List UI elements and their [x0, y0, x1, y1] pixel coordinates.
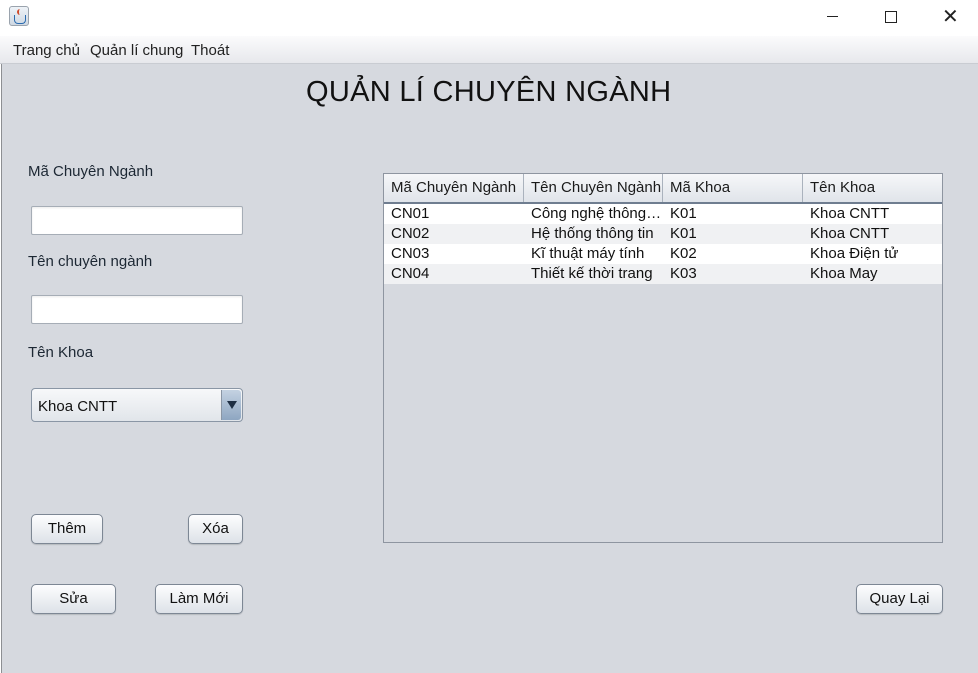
ten-chuyen-nganh-label: Tên chuyên ngành	[28, 253, 153, 270]
table-cell: Khoa Điện tử	[810, 245, 899, 262]
close-icon: ✕	[942, 4, 959, 28]
table-cell: Hệ thống thông tin	[531, 225, 654, 242]
table-cell: Khoa CNTT	[810, 225, 890, 242]
lam-moi-button[interactable]: Làm Mới	[155, 584, 243, 614]
menu-item-thoat[interactable]: Thoát	[191, 42, 229, 59]
table-cell: K02	[670, 245, 697, 262]
table-cell: CN01	[391, 205, 430, 222]
table-cell: Kĩ thuật máy tính	[531, 245, 645, 262]
table-body: CN01 Công nghệ thông t... K01 Khoa CNTT …	[384, 204, 942, 284]
sua-button[interactable]: Sửa	[31, 584, 116, 614]
chevron-down-icon	[227, 401, 237, 409]
title-bar: ✕	[0, 0, 978, 36]
ten-khoa-label: Tên Khoa	[28, 344, 94, 361]
close-button[interactable]: ✕	[920, 0, 978, 34]
them-button[interactable]: Thêm	[31, 514, 103, 544]
ten-khoa-select[interactable]: Khoa CNTT	[31, 388, 243, 422]
column-header-ma-khoa[interactable]: Mã Khoa	[663, 174, 803, 202]
table-cell: Khoa CNTT	[810, 205, 890, 222]
table-cell: CN03	[391, 245, 430, 262]
table-header: Mã Chuyên Ngành Tên Chuyên Ngành Mã Khoa…	[384, 174, 942, 204]
table-cell: Thiết kế thời trang	[531, 265, 653, 282]
menu-bar: Trang chủ Quản lí chung Thoát	[0, 36, 978, 64]
ma-chuyen-nganh-input[interactable]	[31, 206, 243, 235]
chuyen-nganh-table[interactable]: Mã Chuyên Ngành Tên Chuyên Ngành Mã Khoa…	[383, 173, 943, 543]
table-cell: K01	[670, 225, 697, 242]
xoa-button[interactable]: Xóa	[188, 514, 243, 544]
minimize-icon	[827, 16, 838, 17]
page-title: QUẢN LÍ CHUYÊN NGÀNH	[306, 76, 672, 108]
table-cell: Công nghệ thông t...	[531, 205, 663, 222]
maximize-button[interactable]	[861, 0, 919, 34]
table-cell: K01	[670, 205, 697, 222]
table-row[interactable]: CN02 Hệ thống thông tin K01 Khoa CNTT	[384, 224, 942, 244]
ma-chuyen-nganh-label: Mã Chuyên Ngành	[28, 163, 154, 180]
column-header-ten-khoa[interactable]: Tên Khoa	[803, 174, 942, 202]
quay-lai-button[interactable]: Quay Lại	[856, 584, 943, 614]
table-cell: CN04	[391, 265, 430, 282]
java-coffee-icon[interactable]	[9, 6, 29, 26]
table-cell: CN02	[391, 225, 430, 242]
minimize-button[interactable]	[803, 0, 861, 34]
maximize-icon	[885, 11, 897, 23]
table-row[interactable]: CN03 Kĩ thuật máy tính K02 Khoa Điện tử	[384, 244, 942, 264]
table-row[interactable]: CN01 Công nghệ thông t... K01 Khoa CNTT	[384, 204, 942, 224]
table-cell: Khoa May	[810, 265, 878, 282]
menu-item-trang-chu[interactable]: Trang chủ	[13, 42, 80, 59]
dropdown-arrow-button[interactable]	[221, 390, 241, 420]
column-header-ten-chuyen-nganh[interactable]: Tên Chuyên Ngành	[524, 174, 663, 202]
table-row[interactable]: CN04 Thiết kế thời trang K03 Khoa May	[384, 264, 942, 284]
ten-chuyen-nganh-input[interactable]	[31, 295, 243, 324]
ten-khoa-selected-value: Khoa CNTT	[38, 398, 118, 415]
column-header-ma-chuyen-nganh[interactable]: Mã Chuyên Ngành	[384, 174, 524, 202]
table-cell: K03	[670, 265, 697, 282]
menu-item-quan-li-chung[interactable]: Quản lí chung	[90, 42, 183, 59]
